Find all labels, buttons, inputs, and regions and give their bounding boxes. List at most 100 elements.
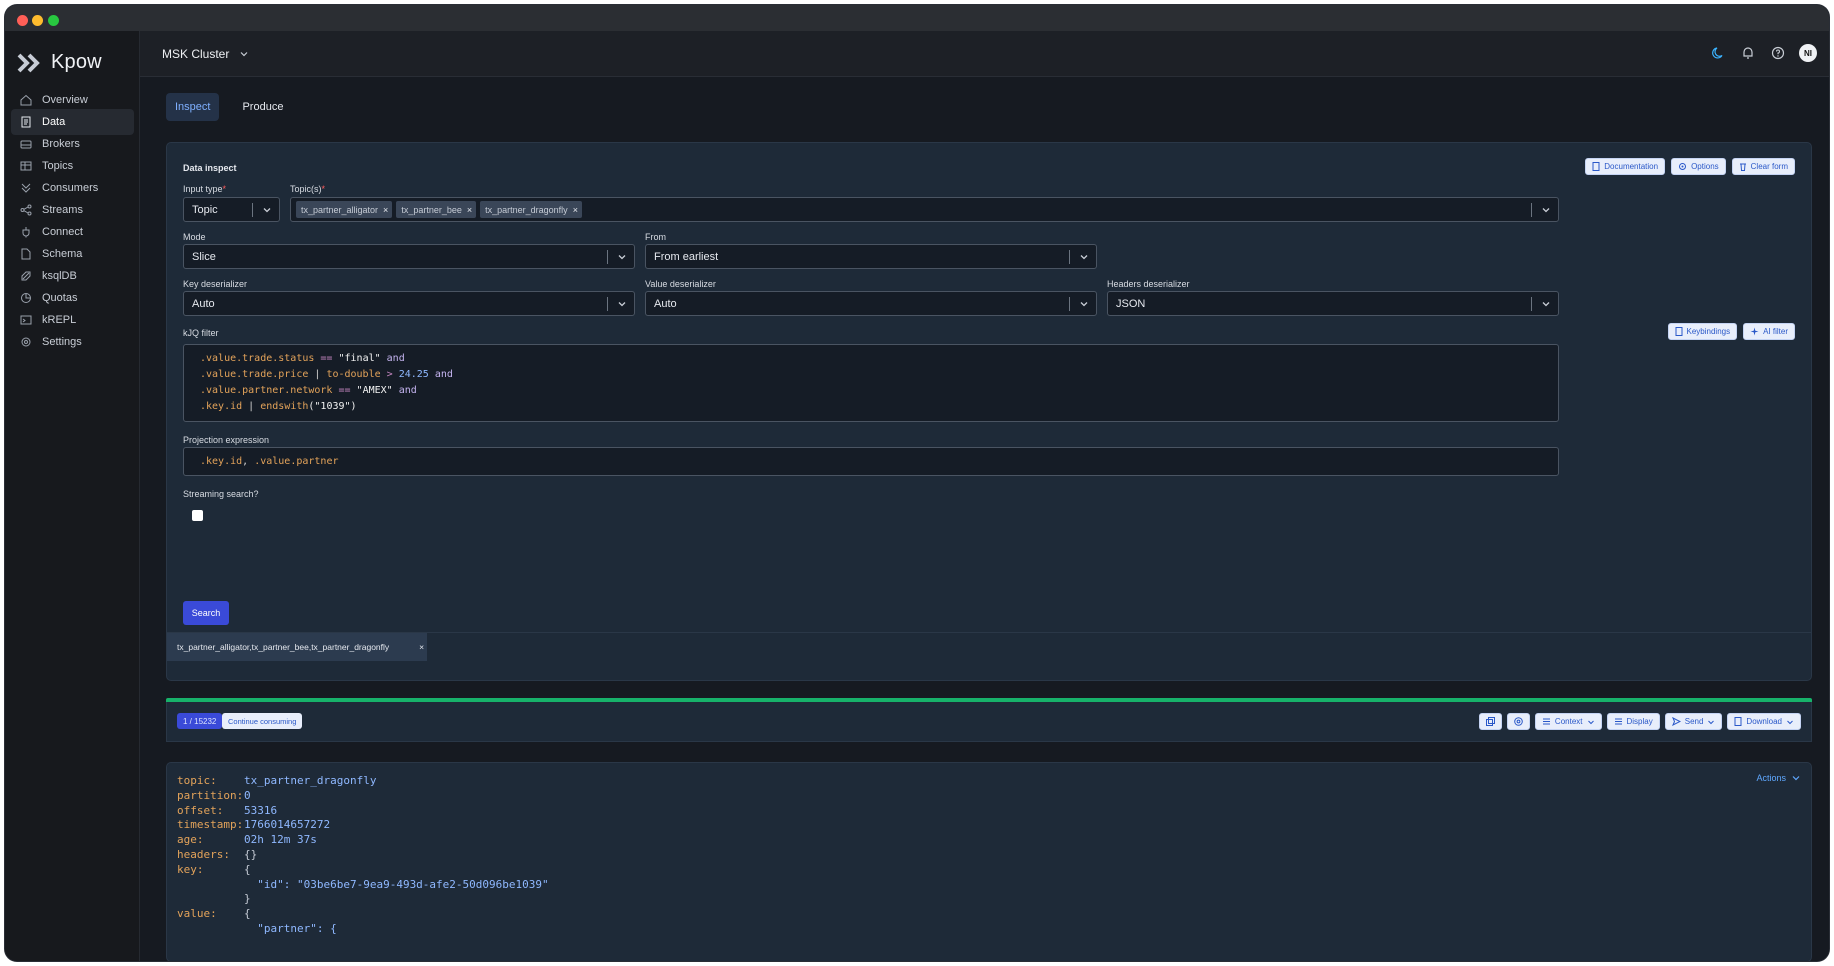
code-token: "AMEX" [356,385,393,396]
chevron-down-icon [1080,302,1088,307]
key-deserializer-label: Key deserializer [183,279,248,289]
document-icon [1734,717,1742,726]
code-token: ("1039") [308,401,357,412]
topic-chip-label: tx_partner_bee [401,204,462,215]
sidebar-item-label: Overview [42,94,88,106]
bell-icon[interactable] [1739,44,1757,62]
sidebar-item-label: Streams [42,204,83,216]
value-deserializer-select[interactable]: Auto [645,291,1097,316]
record-value: "partner": { [244,922,337,935]
code-token: and [428,369,453,380]
at-sign-button[interactable] [1506,713,1530,730]
code-token: endswith [260,401,309,412]
context-button[interactable]: Context [1534,713,1602,730]
close-icon[interactable]: × [419,642,424,652]
topics-label: Topic(s)* [290,184,326,194]
ai-filter-button[interactable]: AI filter [1743,323,1795,340]
code-token: .value.partner.network [200,385,333,396]
topic-chip: tx_partner_alligator × [296,201,393,218]
sparkle-icon [1750,327,1759,336]
sidebar-item-label: ksqlDB [42,270,77,282]
record-value: 02h 12m 37s [244,833,317,847]
chevron-down-icon [1542,208,1550,213]
cluster-name: MSK Cluster [162,47,230,61]
streaming-checkbox[interactable] [192,510,203,521]
chevron-down-icon [1792,776,1800,781]
share-icon [20,204,32,216]
code-token: | [242,401,261,412]
record-value: {} [244,848,258,861]
display-button[interactable]: Display [1606,713,1660,730]
record-key: value: [177,907,217,921]
topics-multiselect[interactable]: tx_partner_alligator × tx_partner_bee × tx_p… [290,197,1559,222]
tab-produce[interactable]: Produce [233,93,292,121]
search-button[interactable]: Search [183,601,229,625]
sidebar-nav: Overview Data Brokers Topics Consumers Stream… [5,87,140,355]
cluster-selector[interactable]: MSK Cluster [162,47,249,61]
avatar[interactable]: NI [1799,44,1817,62]
mode-select[interactable]: Slice [183,244,635,269]
kjq-filter-editor[interactable]: .value.trade.status == "final" and .value… [183,344,1559,422]
record-row: key: { [177,862,251,877]
headers-deserializer-select[interactable]: JSON [1107,291,1559,316]
copy-icon [1485,717,1495,726]
documentation-button[interactable]: Documentation [1585,158,1666,175]
record-value: "id": "03be6be7-9ea9-493d-afe2-50d096be1… [244,877,549,891]
main-content: Inspect Produce Data inspect Documentati… [140,77,1829,961]
maximize-window-button[interactable] [48,15,59,26]
input-type-select[interactable]: Topic [183,197,280,222]
app-logo[interactable]: Kpow [17,51,102,74]
options-button[interactable]: Options [1671,158,1726,175]
key-deserializer-select[interactable]: Auto [183,291,635,316]
plug-icon [22,227,30,238]
chevrons-icon [21,183,31,193]
sidebar: Kpow Overview Data Brokers Topics Consumers S… [5,31,140,961]
remove-chip-icon[interactable]: × [573,205,578,215]
record-key [177,877,244,892]
code-token: | [308,369,327,380]
document-icon [1675,327,1682,336]
data-inspect-panel: Data inspect Documentation Options Clear… [166,142,1812,681]
file-icon [21,248,31,260]
result-tab[interactable]: tx_partner_alligator,tx_partner_bee,tx_p… [167,633,427,661]
copy-button[interactable] [1478,713,1502,730]
at-icon [1514,717,1523,726]
clear-form-button[interactable]: Clear form [1731,158,1795,175]
from-label: From [645,232,666,242]
record-row: headers: {} [177,847,257,862]
download-button[interactable]: Download [1727,713,1801,730]
record-row: "partner": { [177,921,337,936]
record-key: topic: [177,774,217,787]
document-icon [1592,162,1600,171]
headers-deserializer-label: Headers deserializer [1107,279,1190,289]
close-window-button[interactable] [17,15,28,26]
record-row: "id": "03be6be7-9ea9-493d-afe2-50d096be1… [177,877,549,892]
table-icon [20,161,32,171]
projection-editor[interactable]: .key.id, .value.partner [183,447,1559,476]
continue-consuming-button[interactable]: Continue consuming [222,713,303,729]
terminal-icon [20,315,32,325]
result-tab-label: tx_partner_alligator,tx_partner_bee,tx_p… [177,642,390,652]
minimize-window-button[interactable] [32,15,43,26]
record-value: 1766014657272 [244,818,331,832]
pie-icon [21,293,31,303]
streaming-label: Streaming search? [183,489,259,499]
result-tabs: tx_partner_alligator,tx_partner_bee,tx_p… [167,632,1811,661]
chevron-down-icon [240,52,248,57]
remove-chip-icon[interactable]: × [467,205,472,215]
sidebar-item-settings[interactable]: Settings [11,329,134,355]
moon-icon[interactable] [1709,44,1727,62]
from-select[interactable]: From earliest [645,244,1097,269]
actions-menu[interactable]: Actions [1756,773,1801,783]
code-line: .key.id | endswith("1039") [200,399,1542,415]
record-row: topic: tx_partner_dragonfly [177,773,376,788]
tab-inspect[interactable]: Inspect [166,93,220,121]
remove-chip-icon[interactable]: × [383,205,388,215]
record-row: offset: 53316 [177,803,277,818]
code-token: == [314,353,339,364]
title-bar [5,5,1829,31]
send-button[interactable]: Send [1664,713,1723,730]
code-token: , [242,456,255,467]
help-icon[interactable] [1769,44,1787,62]
keybindings-button[interactable]: Keybindings [1667,323,1738,340]
